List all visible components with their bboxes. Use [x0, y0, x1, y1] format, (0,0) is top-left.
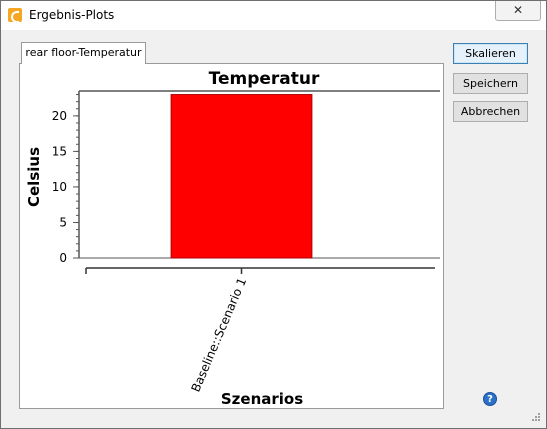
x-axis-ticks: Baseline::Scenario 1 — [188, 268, 249, 394]
y-tick-label: 15 — [52, 144, 67, 158]
x-axis-label: Szenarios — [221, 390, 303, 408]
tab-rear-floor-temperatur[interactable]: rear floor-Temperatur — [21, 42, 146, 64]
y-tick-label: 0 — [59, 251, 67, 265]
dialog-window: Ergebnis-Plots ✕ rear floor-Temperatur T… — [0, 0, 547, 429]
bar — [170, 94, 313, 259]
plot-panel: Temperatur 0 5 10 15 20 Baseline::Scenario 1… — [19, 63, 444, 409]
chart-title: Temperatur — [209, 69, 320, 89]
x-tick-label: Baseline::Scenario 1 — [188, 276, 249, 394]
help-icon[interactable]: ? — [483, 392, 497, 406]
y-tick-label: 20 — [52, 109, 67, 123]
close-button[interactable]: ✕ — [495, 1, 541, 21]
bar-series — [170, 94, 313, 259]
y-axis-ticks: 0 5 10 15 20 — [52, 94, 79, 265]
bar-chart: Temperatur 0 5 10 15 20 Baseline::Scenario 1… — [25, 69, 440, 408]
resize-grip-icon[interactable] — [531, 413, 541, 423]
title-bar: Ergebnis-Plots ✕ — [1, 1, 546, 30]
y-axis-label: Celsius — [25, 147, 43, 207]
scale-button[interactable]: Skalieren — [453, 43, 528, 64]
y-tick-label: 10 — [52, 180, 67, 194]
app-logo-icon — [8, 8, 22, 23]
y-tick-label: 5 — [59, 215, 67, 229]
window-title: Ergebnis-Plots — [29, 8, 115, 22]
save-button[interactable]: Speichern — [453, 73, 528, 94]
cancel-button[interactable]: Abbrechen — [453, 101, 528, 122]
